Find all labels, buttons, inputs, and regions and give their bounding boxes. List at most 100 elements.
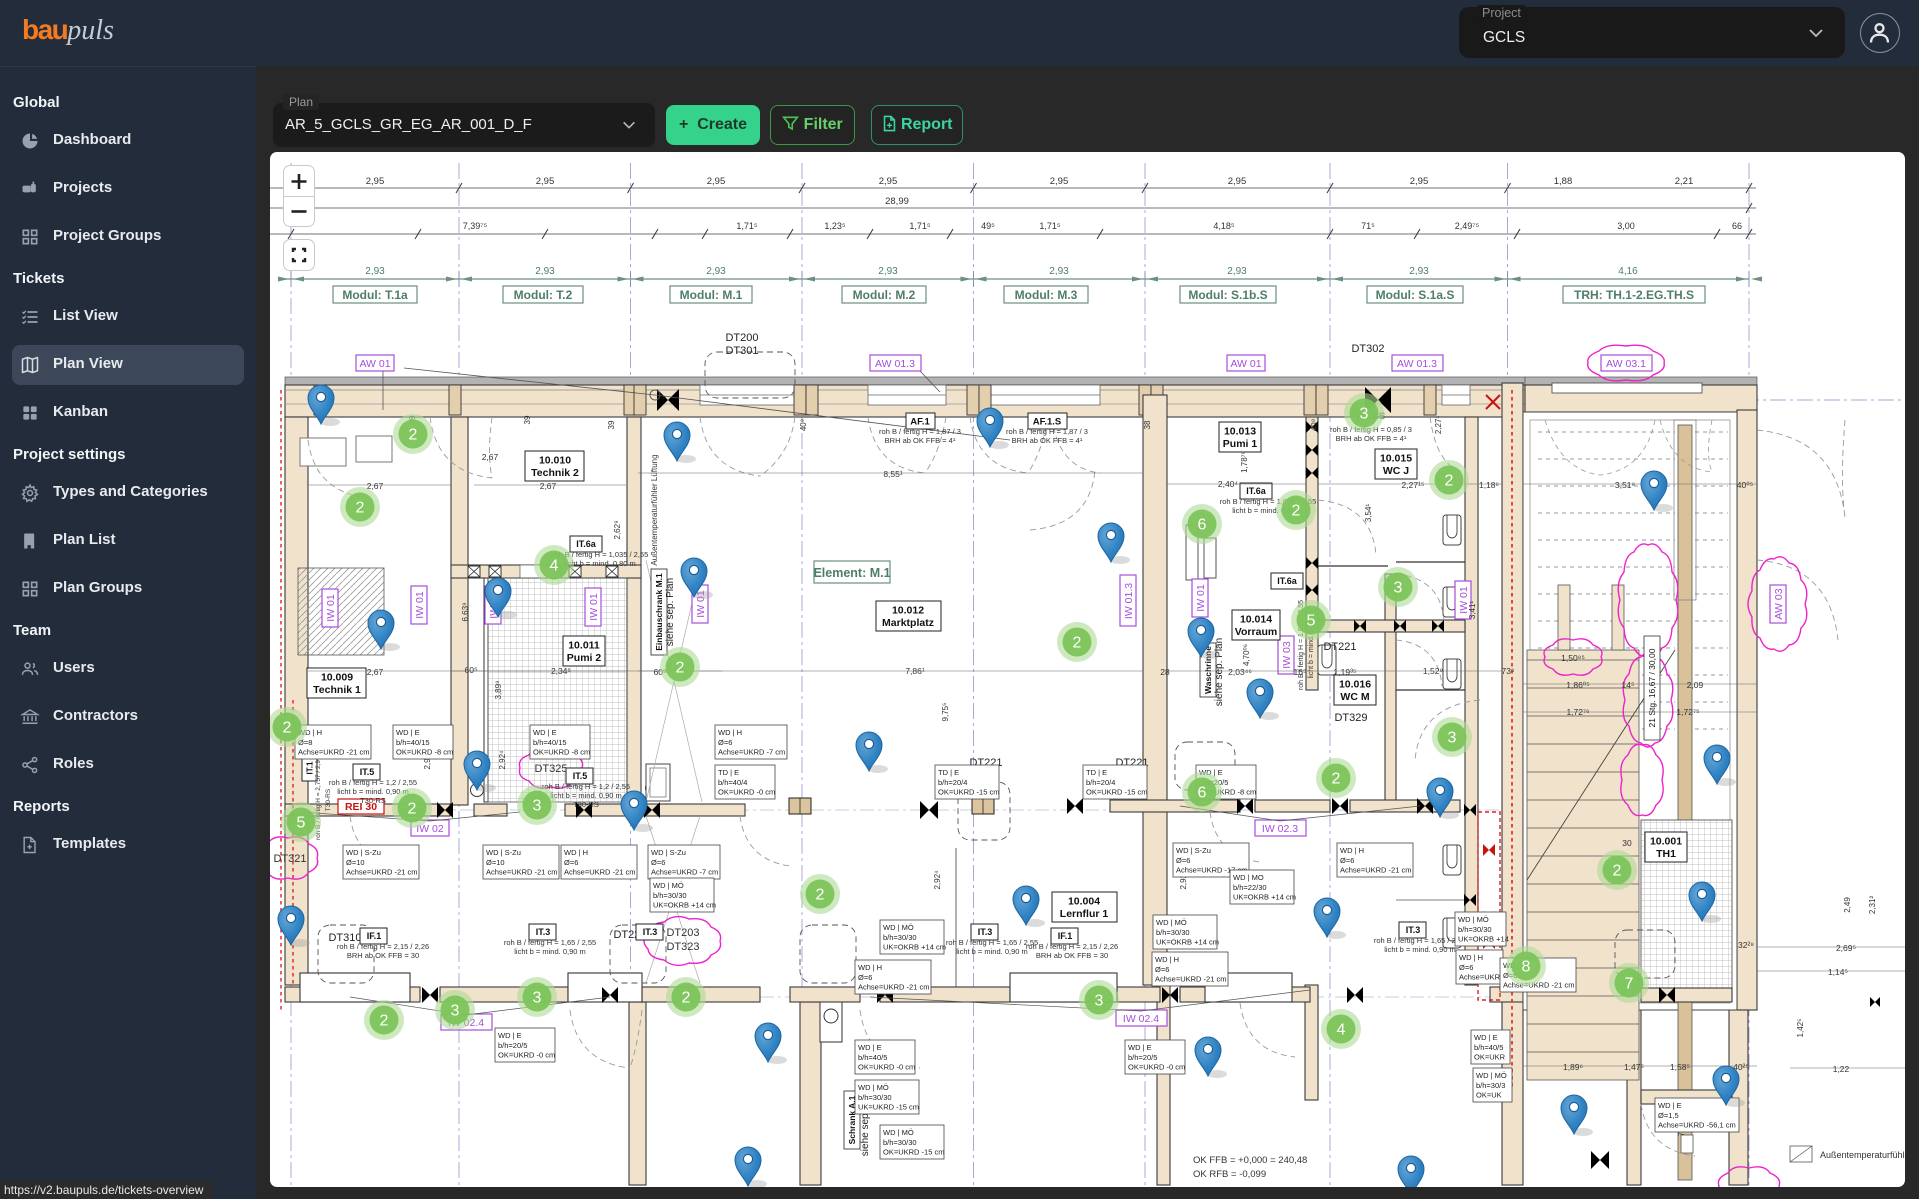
svg-text:UK=OKRB +14 cm: UK=OKRB +14 cm bbox=[653, 901, 716, 910]
svg-text:Achse=UKRD -56,1 cm: Achse=UKRD -56,1 cm bbox=[1658, 1121, 1736, 1130]
svg-text:1,78⁷⁵: 1,78⁷⁵ bbox=[1240, 451, 1249, 473]
svg-text:7,39⁷⁵: 7,39⁷⁵ bbox=[463, 221, 488, 231]
svg-text:4: 4 bbox=[1337, 1022, 1346, 1039]
svg-text:2: 2 bbox=[1332, 771, 1341, 788]
svg-text:1,86⁰⁵: 1,86⁰⁵ bbox=[1566, 680, 1589, 690]
svg-text:b/h=20/4: b/h=20/4 bbox=[938, 778, 967, 787]
svg-text:Achse=UKRD -21 cm: Achse=UKRD -21 cm bbox=[1340, 866, 1411, 875]
svg-text:Ø=6: Ø=6 bbox=[651, 858, 665, 867]
svg-text:73⁶: 73⁶ bbox=[1502, 666, 1515, 676]
svg-text:IT.1: IT.1 bbox=[306, 761, 315, 774]
svg-text:Achse=UKRD -21 cm: Achse=UKRD -21 cm bbox=[858, 983, 929, 992]
svg-text:2,92⁴: 2,92⁴ bbox=[498, 750, 507, 770]
svg-text:28,99: 28,99 bbox=[885, 196, 909, 207]
svg-text:AW 03.1: AW 03.1 bbox=[1606, 358, 1646, 370]
svg-text:b/h=40/15: b/h=40/15 bbox=[533, 738, 567, 747]
svg-text:Modul: T.2: Modul: T.2 bbox=[514, 288, 573, 302]
svg-text:WD | H: WD | H bbox=[1459, 953, 1483, 962]
svg-text:1,58⁵: 1,58⁵ bbox=[1670, 1062, 1690, 1072]
svg-text:10.015: 10.015 bbox=[1380, 453, 1412, 465]
svg-text:Technik 2: Technik 2 bbox=[531, 467, 579, 479]
svg-text:2,21: 2,21 bbox=[1675, 176, 1694, 187]
svg-text:WD | MÖ: WD | MÖ bbox=[1458, 915, 1489, 924]
svg-text:2: 2 bbox=[356, 500, 365, 517]
svg-text:OK=UK: OK=UK bbox=[1476, 1091, 1502, 1100]
svg-text:WD | E: WD | E bbox=[1128, 1043, 1152, 1052]
svg-text:IT.3: IT.3 bbox=[536, 927, 551, 937]
svg-text:3: 3 bbox=[1448, 730, 1457, 747]
svg-text:roh B / fertig H = 1,65 / 2,55: roh B / fertig H = 1,65 / 2,55 bbox=[1374, 936, 1466, 945]
svg-text:Achse=UKRD -21 cm: Achse=UKRD -21 cm bbox=[298, 748, 369, 757]
svg-text:WC M: WC M bbox=[1340, 691, 1369, 703]
svg-text:AF.1: AF.1 bbox=[910, 416, 930, 427]
svg-text:WD | E: WD | E bbox=[858, 1043, 882, 1052]
svg-text:4,70⁰⁶: 4,70⁰⁶ bbox=[1242, 644, 1251, 666]
svg-text:WD | H: WD | H bbox=[564, 848, 588, 857]
svg-text:Ø=6: Ø=6 bbox=[1176, 856, 1190, 865]
svg-text:licht b = mind. 0,90 m: licht b = mind. 0,90 m bbox=[956, 947, 1028, 956]
svg-text:T30-RS: T30-RS bbox=[360, 796, 386, 805]
svg-text:TRH: TH.1-2.EG.TH.S: TRH: TH.1-2.EG.TH.S bbox=[1574, 288, 1694, 302]
svg-text:WD | E: WD | E bbox=[533, 728, 557, 737]
svg-text:1,71⁵: 1,71⁵ bbox=[1039, 221, 1061, 231]
svg-text:b/h=22/30: b/h=22/30 bbox=[1233, 883, 1267, 892]
svg-text:DT323: DT323 bbox=[666, 941, 699, 953]
svg-text:2,93: 2,93 bbox=[365, 266, 385, 277]
svg-text:3,00: 3,00 bbox=[1617, 221, 1635, 231]
svg-text:28: 28 bbox=[1160, 667, 1170, 677]
svg-text:OK=UKRD -8 cm: OK=UKRD -8 cm bbox=[533, 748, 590, 757]
svg-text:1,88: 1,88 bbox=[1554, 176, 1573, 187]
svg-text:2,69⁵: 2,69⁵ bbox=[1836, 943, 1856, 953]
svg-text:71⁵: 71⁵ bbox=[1361, 221, 1375, 231]
svg-text:2,31²: 2,31² bbox=[1868, 896, 1877, 915]
svg-text:b/h=20/4: b/h=20/4 bbox=[1086, 778, 1115, 787]
svg-text:b/h=40/15: b/h=40/15 bbox=[396, 738, 430, 747]
svg-text:OK=UKRD -0 cm: OK=UKRD -0 cm bbox=[718, 788, 775, 797]
svg-text:2,93: 2,93 bbox=[1409, 266, 1429, 277]
svg-text:TD | E: TD | E bbox=[718, 768, 739, 777]
svg-text:Modul: S.1b.S: Modul: S.1b.S bbox=[1188, 288, 1267, 302]
svg-text:IF.1: IF.1 bbox=[367, 931, 382, 941]
svg-text:WD | S-Zu: WD | S-Zu bbox=[651, 848, 686, 857]
svg-text:2: 2 bbox=[816, 887, 825, 904]
svg-text:Ø=6: Ø=6 bbox=[1155, 965, 1169, 974]
svg-text:Außentemperaturfühler Heizung: Außentemperaturfühler Heizung bbox=[1820, 1150, 1905, 1160]
svg-text:2: 2 bbox=[409, 427, 418, 444]
svg-text:2,93: 2,93 bbox=[1227, 266, 1247, 277]
svg-text:b/h=30/30: b/h=30/30 bbox=[1458, 925, 1492, 934]
svg-text:DT200: DT200 bbox=[725, 332, 758, 344]
svg-text:WD | H: WD | H bbox=[858, 963, 882, 972]
svg-text:3,54¹: 3,54¹ bbox=[1364, 504, 1373, 523]
svg-text:WD | E: WD | E bbox=[396, 728, 420, 737]
svg-text:Ø=6: Ø=6 bbox=[1340, 856, 1354, 865]
svg-text:BRH ab OK FFB = 4¹: BRH ab OK FFB = 4¹ bbox=[885, 436, 956, 445]
svg-text:b/h=30/30: b/h=30/30 bbox=[858, 1093, 892, 1102]
svg-text:Ø=10: Ø=10 bbox=[486, 858, 505, 867]
svg-text:WD | H: WD | H bbox=[1340, 846, 1364, 855]
svg-text:IT.5: IT.5 bbox=[360, 767, 375, 777]
svg-text:OK RFB = -0,099: OK RFB = -0,099 bbox=[1193, 1169, 1266, 1180]
svg-text:Achse=UKRD -21 cm: Achse=UKRD -21 cm bbox=[346, 868, 417, 877]
svg-text:b/h=30/3: b/h=30/3 bbox=[1476, 1081, 1505, 1090]
svg-text:2,62⁹: 2,62⁹ bbox=[613, 521, 622, 540]
svg-text:T30-RS: T30-RS bbox=[573, 800, 599, 809]
svg-text:WC J: WC J bbox=[1383, 465, 1409, 477]
svg-text:TD | E: TD | E bbox=[1086, 768, 1107, 777]
svg-text:Achse=UKRD -7 cm: Achse=UKRD -7 cm bbox=[718, 748, 785, 757]
svg-text:WD | S-Zu: WD | S-Zu bbox=[346, 848, 381, 857]
svg-text:Achse=UKRD -21 cm: Achse=UKRD -21 cm bbox=[1155, 975, 1226, 984]
svg-text:2: 2 bbox=[682, 990, 691, 1007]
svg-text:AW 01: AW 01 bbox=[359, 358, 390, 370]
svg-text:WD | S-Zu: WD | S-Zu bbox=[1176, 846, 1211, 855]
svg-text:2,67: 2,67 bbox=[367, 667, 384, 677]
svg-text:2: 2 bbox=[283, 720, 292, 737]
svg-text:3,41¹: 3,41¹ bbox=[1468, 601, 1477, 620]
svg-text:Modul: M.1: Modul: M.1 bbox=[680, 288, 743, 302]
svg-text:1,50⁹⁵: 1,50⁹⁵ bbox=[1561, 653, 1585, 663]
svg-text:b/h=40/4: b/h=40/4 bbox=[718, 778, 747, 787]
svg-text:10.009: 10.009 bbox=[321, 672, 353, 684]
svg-text:5: 5 bbox=[297, 815, 306, 832]
svg-text:2,95: 2,95 bbox=[1410, 176, 1429, 187]
svg-text:Ø=6: Ø=6 bbox=[858, 973, 872, 982]
svg-text:10.012: 10.012 bbox=[892, 605, 924, 617]
